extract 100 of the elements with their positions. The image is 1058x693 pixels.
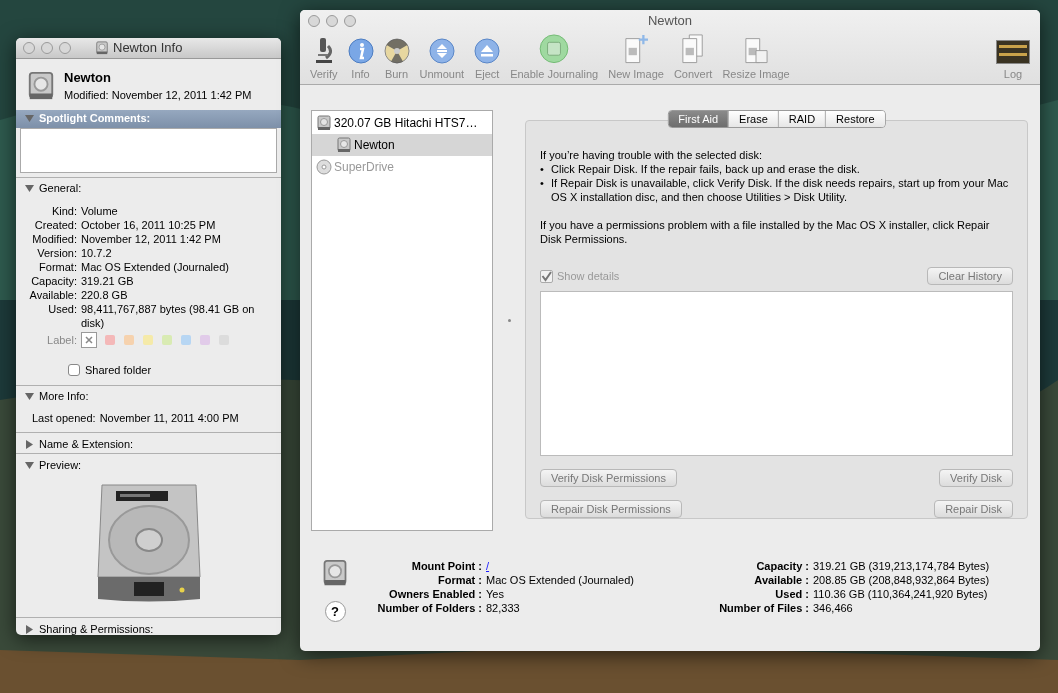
section-title: Preview:: [39, 457, 82, 473]
mount-point-link[interactable]: /: [486, 559, 490, 573]
volume-name: Newton: [64, 68, 112, 87]
tab[interactable]: Restore: [825, 111, 885, 127]
info-label: Format:: [38, 259, 78, 274]
window-control[interactable]: [59, 41, 71, 54]
toolbar-button[interactable]: Burn: [379, 34, 414, 82]
info-value: 220.8 GB: [81, 287, 129, 302]
info-label: Number of Files :: [718, 601, 809, 615]
tab[interactable]: Erase: [728, 111, 778, 127]
sidebar-item[interactable]: Newton: [312, 134, 492, 156]
section-header[interactable]: Name & Extension:: [16, 435, 281, 453]
no-label-icon[interactable]: [81, 331, 97, 348]
section-title: General:: [39, 181, 82, 197]
info-label: Available:: [28, 287, 78, 302]
splitter-handle[interactable]: [507, 319, 511, 322]
toolbar-button[interactable]: Info: [343, 34, 378, 82]
window-control[interactable]: [41, 41, 53, 54]
toolbar-button[interactable]: Resize Image: [718, 34, 794, 82]
action-button[interactable]: Repair Disk: [934, 500, 1013, 518]
disclosure-triangle-closed-icon[interactable]: [25, 624, 34, 634]
info-label: Created:: [33, 217, 78, 232]
section-header[interactable]: Spotlight Comments:: [16, 109, 281, 128]
label-swatch[interactable]: [200, 334, 210, 345]
info-value: Volume: [81, 203, 119, 218]
info-icon: [347, 37, 374, 64]
volume-icon: [321, 559, 349, 587]
section-header[interactable]: General:: [16, 179, 281, 198]
comments-field[interactable]: [20, 127, 277, 173]
action-button[interactable]: Verify Disk: [939, 469, 1013, 487]
tab[interactable]: RAID: [777, 111, 826, 127]
tab[interactable]: First Aid: [668, 111, 729, 127]
bullet-mark: •: [540, 162, 545, 176]
info-label: Format :: [437, 573, 482, 587]
sidebar-label: Newton: [354, 137, 395, 154]
clear-history-button[interactable]: Clear History: [927, 267, 1013, 285]
disclosure-triangle-open-icon[interactable]: [25, 392, 34, 401]
section-title: Spotlight Comments:: [39, 111, 151, 127]
optical-disc-icon: [316, 159, 332, 175]
toolbar-button[interactable]: Unmount: [415, 34, 469, 82]
section-title: More Info:: [39, 389, 89, 405]
info-value: 82,333: [486, 601, 520, 615]
disclosure-triangle-closed-icon[interactable]: [25, 439, 34, 449]
toolbar-button[interactable]: Eject: [470, 34, 505, 82]
instructions-text: If Repair Disk is unavailable, click Verify Disk. If the disk needs repairs, start up from your Mac OS X installation disc, and then choose Utilities > Disk Utility.: [551, 176, 1010, 204]
info-label: Used:: [47, 301, 78, 317]
info-value: 208.85 GB (208,848,932,864 Bytes): [812, 573, 990, 587]
section-header[interactable]: Preview:: [16, 456, 281, 474]
info-label: Available :: [753, 573, 809, 587]
section-title: Sharing & Permissions:: [39, 621, 154, 635]
action-button[interactable]: Repair Disk Permissions: [540, 500, 682, 518]
instructions-text: If you have a permissions problem with a file installed by the Mac OS X installer, click Repair Disk Permissions.: [540, 218, 991, 246]
info-label: Number of Folders :: [376, 601, 482, 615]
action-button[interactable]: Verify Disk Permissions: [540, 469, 677, 487]
section-header[interactable]: More Info:: [16, 387, 281, 406]
info-value: Mac OS Extended (Journaled): [486, 573, 634, 587]
window-title: Newton Info: [113, 39, 183, 57]
toolbar-button[interactable]: Convert: [669, 34, 717, 82]
disclosure-triangle-open-icon[interactable]: [25, 460, 34, 470]
toolbar-button[interactable]: Log: [992, 34, 1034, 82]
info-value: 110.36 GB (110,364,241,920 Bytes): [812, 587, 988, 601]
shared-folder-checkbox[interactable]: [68, 364, 80, 377]
info-label: Kind:: [50, 203, 78, 218]
section-header[interactable]: Sharing & Permissions:: [16, 620, 281, 635]
sidebar-label: SuperDrive: [334, 159, 395, 176]
help-button[interactable]: ?: [324, 601, 346, 622]
info-value: 98,411,767,887 bytes (98.41 GB on disk): [81, 301, 256, 330]
instructions-text: Click Repair Disk. If the repair fails, back up and erase the disk.: [551, 162, 860, 176]
info-value: 319.21 GB (319,213,174,784 Bytes): [812, 559, 990, 573]
info-value: November 11, 2011 4:00 PM: [99, 410, 239, 426]
disclosure-triangle-open-icon[interactable]: [25, 184, 34, 193]
info-label: Modified:: [31, 231, 78, 246]
info-value: Mac OS Extended (Journaled): [81, 259, 230, 274]
window-control[interactable]: [308, 15, 320, 27]
toolbar-button[interactable]: Verify: [306, 34, 342, 82]
checkbox-label: Shared folder: [85, 363, 152, 378]
window-control[interactable]: [344, 15, 356, 27]
sidebar-item[interactable]: 320.07 GB Hitachi HTS7…: [312, 112, 492, 134]
info-value: 346,466: [812, 601, 853, 615]
info-value: 319.21 GB: [81, 273, 135, 288]
label-swatch[interactable]: [181, 334, 191, 345]
section-title: Name & Extension:: [39, 436, 134, 452]
toolbar-button[interactable]: Enable Journaling: [506, 34, 603, 82]
window-control[interactable]: [23, 41, 35, 54]
journaling-icon: [538, 34, 571, 64]
sidebar-label: 320.07 GB Hitachi HTS7…: [334, 115, 478, 132]
label-swatch[interactable]: [162, 334, 172, 345]
radiation-icon: [383, 37, 410, 64]
info-label: Capacity:: [30, 273, 78, 288]
label-swatch[interactable]: [124, 334, 134, 345]
window-control[interactable]: [326, 15, 338, 27]
label-swatch[interactable]: [105, 334, 115, 345]
toolbar-button[interactable]: New Image: [604, 34, 668, 82]
new-image-icon: [622, 34, 651, 64]
volume-icon: [26, 70, 56, 101]
info-value: 10.7.2: [81, 245, 113, 260]
info-value: October 16, 2011 10:25 PM: [81, 217, 217, 232]
label-swatch[interactable]: [143, 334, 153, 345]
info-label: Used :: [774, 587, 809, 601]
disclosure-triangle-open-icon[interactable]: [25, 114, 34, 123]
